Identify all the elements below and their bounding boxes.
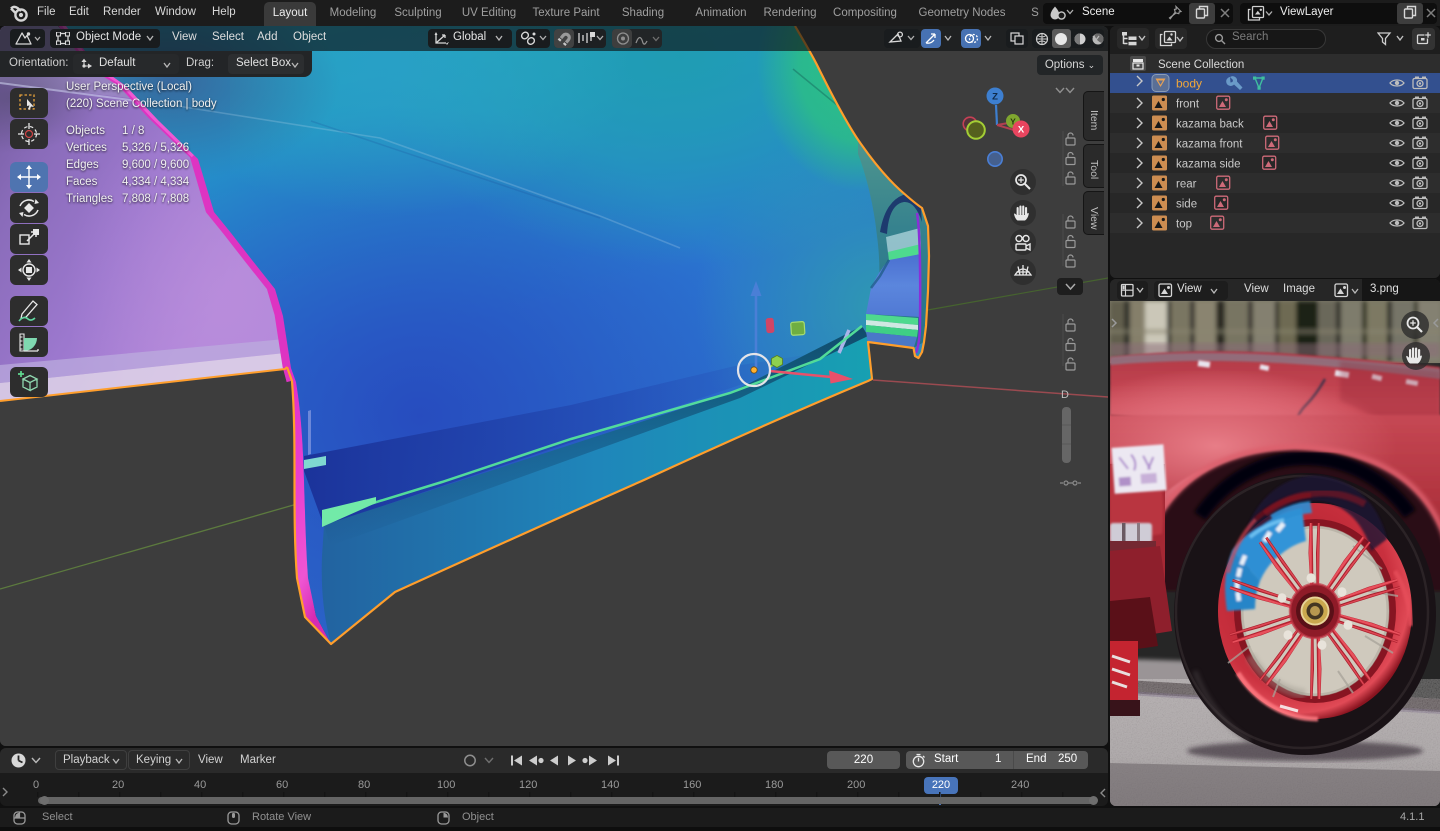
svg-text:front: front	[1176, 99, 1200, 111]
svg-text:kazama front: kazama front	[1176, 139, 1243, 151]
svg-text:kazama back: kazama back	[1176, 119, 1244, 131]
svg-text:Z: Z	[992, 92, 998, 103]
svg-text:D: D	[1061, 389, 1069, 401]
svg-text:side: side	[1176, 199, 1197, 211]
svg-text:kazama side: kazama side	[1176, 159, 1241, 171]
svg-text:top: top	[1176, 219, 1192, 231]
svg-text:rear: rear	[1176, 179, 1197, 191]
svg-text:X: X	[1018, 125, 1025, 136]
